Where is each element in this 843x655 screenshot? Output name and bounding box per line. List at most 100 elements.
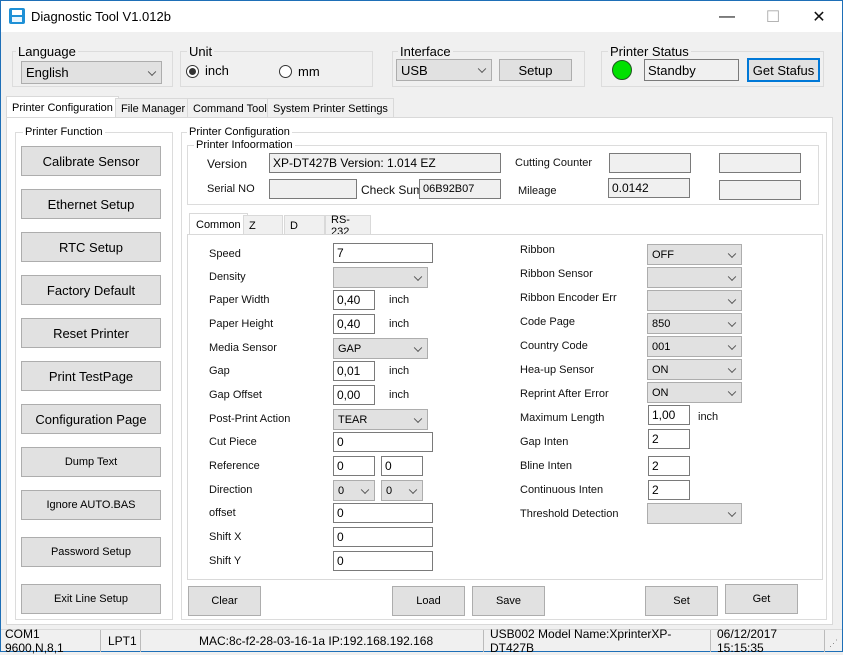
tab-command-tool[interactable]: Command Tool — [187, 98, 273, 118]
exit-line-setup-button[interactable]: Exit Line Setup — [21, 584, 161, 614]
ribbon-sensor-label: Ribbon Sensor — [520, 268, 593, 280]
set-button[interactable]: Set — [645, 586, 718, 616]
gap-offset-unit: inch — [389, 389, 410, 401]
chevron-down-icon — [727, 387, 737, 396]
configuration-page-button[interactable]: Configuration Page — [21, 404, 161, 434]
head-up-sensor-select[interactable]: ON — [647, 359, 742, 380]
paper-width-field[interactable]: 0,40 — [333, 290, 375, 310]
minimize-button[interactable]: — — [704, 1, 750, 32]
get-status-button[interactable]: Get Stafus — [747, 58, 820, 82]
cutting-counter-field — [609, 153, 691, 173]
tab-printer-configuration[interactable]: Printer Configuration — [6, 96, 119, 118]
reprint-after-error-select[interactable]: ON — [647, 382, 742, 403]
chevron-down-icon — [727, 341, 737, 350]
density-label: Density — [209, 271, 246, 283]
ethernet-setup-button[interactable]: Ethernet Setup — [21, 189, 161, 219]
offset-label: offset — [209, 507, 236, 519]
shift-y-field[interactable]: 0 — [333, 551, 433, 571]
print-testpage-button[interactable]: Print TestPage — [21, 361, 161, 391]
post-print-select[interactable]: TEAR — [333, 409, 428, 430]
calibrate-sensor-button[interactable]: Calibrate Sensor — [21, 146, 161, 176]
get-button[interactable]: Get — [725, 584, 798, 614]
status-datetime: 06/12/2017 15:15:35 — [713, 627, 825, 655]
language-select[interactable]: English — [21, 61, 162, 84]
offset-field[interactable]: 0 — [333, 503, 433, 523]
threshold-detection-select[interactable] — [647, 503, 742, 524]
chevron-down-icon — [147, 67, 157, 76]
tab-system-printer-settings[interactable]: System Printer Settings — [267, 98, 394, 118]
threshold-detection-label: Threshold Detection — [520, 508, 619, 520]
bline-inten-field[interactable]: 2 — [648, 456, 690, 476]
paper-width-unit: inch — [389, 294, 410, 306]
continuous-inten-field[interactable]: 2 — [648, 480, 690, 500]
mileage-field: 0.0142 — [608, 178, 690, 198]
ribbon-encoder-label: Ribbon Encoder Err — [520, 292, 617, 304]
interface-select[interactable]: USB — [396, 59, 492, 81]
maximize-button[interactable]: ☐ — [750, 1, 796, 32]
rtc-setup-button[interactable]: RTC Setup — [21, 232, 161, 262]
max-length-field[interactable]: 1,00 — [648, 405, 690, 425]
resize-grip-icon[interactable]: ⋰ — [829, 638, 838, 649]
password-setup-button[interactable]: Password Setup — [21, 537, 161, 567]
tab-file-manager[interactable]: File Manager — [115, 98, 192, 118]
cut-piece-field[interactable]: 0 — [333, 432, 433, 452]
mileage-field-2 — [719, 180, 801, 200]
printer-status-label: Printer Status — [608, 44, 691, 59]
density-select[interactable] — [333, 267, 428, 288]
interface-setup-button[interactable]: Setup — [499, 59, 572, 81]
reset-printer-button[interactable]: Reset Printer — [21, 318, 161, 348]
unit-inch-radio[interactable] — [186, 65, 199, 78]
paper-height-field[interactable]: 0,40 — [333, 314, 375, 334]
reprint-after-error-value: ON — [652, 386, 669, 399]
printer-status-field: Standby — [644, 59, 739, 81]
gap-field[interactable]: 0,01 — [333, 361, 375, 381]
version-label: Version — [207, 157, 248, 171]
chevron-down-icon — [360, 485, 370, 494]
gap-offset-field[interactable]: 0,00 — [333, 385, 375, 405]
checksum-label: Check Sum — [361, 183, 424, 197]
paper-height-unit: inch — [389, 318, 410, 330]
shift-x-field[interactable]: 0 — [333, 527, 433, 547]
printer-info-label: Printer Infoormation — [194, 139, 295, 151]
ignore-autobas-button[interactable]: Ignore AUTO.BAS — [21, 490, 161, 520]
chevron-down-icon — [413, 414, 423, 423]
chevron-down-icon — [727, 272, 737, 281]
subtab-rs232[interactable]: RS-232 — [325, 214, 371, 238]
load-button[interactable]: Load — [392, 586, 465, 616]
save-button[interactable]: Save — [472, 586, 545, 616]
ribbon-select[interactable]: OFF — [647, 244, 742, 265]
interface-value: USB — [401, 62, 428, 78]
subtab-d[interactable]: D — [284, 215, 325, 235]
head-up-sensor-value: ON — [652, 363, 669, 376]
gap-inten-field[interactable]: 2 — [648, 429, 690, 449]
direction-select-1[interactable]: 0 — [333, 480, 375, 501]
ribbon-encoder-select[interactable] — [647, 290, 742, 311]
app-printer-icon — [9, 8, 25, 24]
unit-label: Unit — [187, 44, 215, 59]
paper-width-label: Paper Width — [209, 294, 270, 306]
code-page-label: Code Page — [520, 316, 576, 328]
unit-mm-radio[interactable] — [279, 65, 292, 78]
status-network: MAC:8c-f2-28-03-16-1a IP:192.168.192.168 — [144, 630, 484, 652]
subtab-z[interactable]: Z — [243, 215, 283, 235]
dump-text-button[interactable]: Dump Text — [21, 447, 161, 477]
country-code-select[interactable]: 001 — [647, 336, 742, 357]
gap-label: Gap — [209, 365, 230, 377]
cut-piece-label: Cut Piece — [209, 436, 257, 448]
serial-label: Serial NO — [207, 183, 255, 195]
reference-x-field[interactable]: 0 — [333, 456, 375, 476]
clear-button[interactable]: Clear — [188, 586, 261, 616]
reference-y-field[interactable]: 0 — [381, 456, 423, 476]
mileage-label: Mileage — [518, 185, 557, 197]
ribbon-sensor-select[interactable] — [647, 267, 742, 288]
subtab-common[interactable]: Common — [189, 213, 248, 235]
close-button[interactable]: ✕ — [796, 1, 842, 32]
factory-default-button[interactable]: Factory Default — [21, 275, 161, 305]
language-label: Language — [16, 44, 78, 59]
status-usb-model: USB002 Model Name:XprinterXP-DT427B — [486, 627, 711, 655]
speed-field[interactable]: 7 — [333, 243, 433, 263]
code-page-select[interactable]: 850 — [647, 313, 742, 334]
reference-label: Reference — [209, 460, 260, 472]
direction-select-2[interactable]: 0 — [381, 480, 423, 501]
media-sensor-select[interactable]: GAP — [333, 338, 428, 359]
